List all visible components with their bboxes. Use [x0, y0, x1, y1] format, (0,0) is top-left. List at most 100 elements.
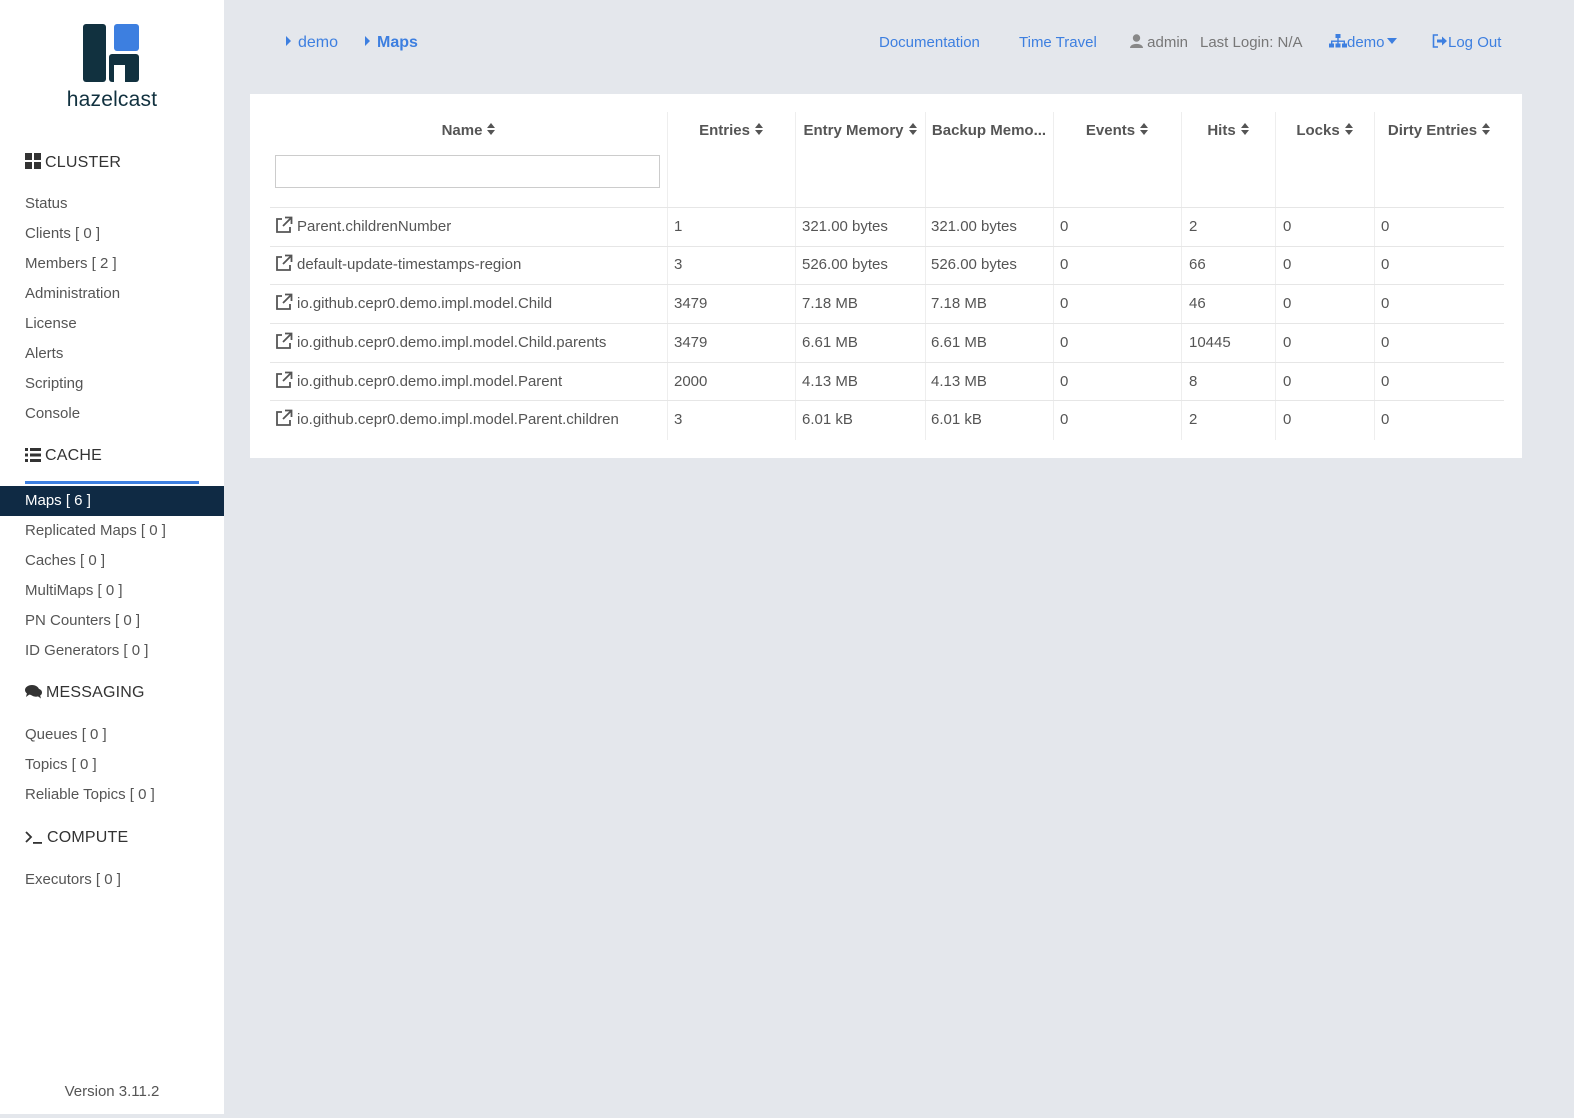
row-divider — [270, 400, 1504, 401]
cell-locks: 0 — [1283, 256, 1292, 273]
cell-entry-memory: 4.13 MB — [802, 373, 858, 390]
sort-icon — [1240, 123, 1249, 136]
cell-name[interactable]: io.github.cepr0.demo.impl.model.Child.pa… — [297, 334, 606, 351]
column-header-name[interactable]: Name — [270, 122, 667, 139]
cell-hits: 66 — [1189, 256, 1206, 273]
external-link-icon[interactable] — [275, 332, 293, 350]
sidebar-item-administration[interactable]: Administration — [25, 285, 120, 302]
row-divider — [270, 246, 1504, 247]
logout-link[interactable]: Log Out — [1432, 34, 1501, 51]
section-messaging: MESSAGING — [25, 684, 145, 702]
sidebar-item-maps-label: Maps [ 6 ] — [25, 492, 91, 509]
sidebar-item-id-generators[interactable]: ID Generators [ 0 ] — [25, 642, 148, 659]
section-messaging-title: MESSAGING — [46, 684, 145, 701]
sidebar-item-queues[interactable]: Queues [ 0 ] — [25, 726, 107, 743]
sidebar: hazelcast CLUSTER Status Clients [ 0 ] M… — [0, 0, 224, 1114]
row-divider — [270, 284, 1504, 285]
sidebar-item-topics[interactable]: Topics [ 0 ] — [25, 756, 97, 773]
sidebar-item-multimaps[interactable]: MultiMaps [ 0 ] — [25, 582, 123, 599]
cell-dirty-entries: 0 — [1381, 373, 1390, 390]
section-cache-underline — [25, 481, 199, 484]
maps-table: Name Entries Entry Memory Backup Memo...… — [250, 94, 1522, 458]
external-link-icon[interactable] — [275, 254, 293, 272]
column-divider — [1374, 112, 1375, 440]
cell-name[interactable]: io.github.cepr0.demo.impl.model.Parent.c… — [297, 411, 619, 428]
cell-hits: 10445 — [1189, 334, 1231, 351]
user-name: admin — [1147, 34, 1189, 51]
column-header-events[interactable]: Events — [1053, 122, 1181, 139]
row-divider — [270, 207, 1504, 208]
cell-dirty-entries: 0 — [1381, 334, 1390, 351]
external-link-icon[interactable] — [275, 216, 293, 234]
cell-entries: 3479 — [674, 295, 708, 312]
sidebar-item-executors[interactable]: Executors [ 0 ] — [25, 871, 121, 888]
cell-locks: 0 — [1283, 373, 1292, 390]
cell-entries: 3 — [674, 411, 683, 428]
column-header-dirty-entries[interactable]: Dirty Entries — [1374, 122, 1504, 139]
section-compute: COMPUTE — [25, 829, 128, 847]
column-header-entries[interactable]: Entries — [667, 122, 795, 139]
sidebar-item-maps[interactable]: Maps [ 6 ] — [0, 486, 224, 516]
sidebar-item-reliable-topics[interactable]: Reliable Topics [ 0 ] — [25, 786, 155, 803]
sidebar-item-status[interactable]: Status — [25, 195, 68, 212]
caret-down-icon — [1386, 38, 1397, 44]
cell-entry-memory: 6.61 MB — [802, 334, 858, 351]
column-header-hits[interactable]: Hits — [1181, 122, 1275, 139]
column-divider — [1181, 112, 1182, 440]
column-header-locks[interactable]: Locks — [1275, 122, 1374, 139]
cluster-dropdown[interactable]: demo — [1329, 34, 1397, 51]
cell-name[interactable]: io.github.cepr0.demo.impl.model.Child — [297, 295, 552, 312]
external-link-icon[interactable] — [275, 371, 293, 389]
sidebar-item-caches[interactable]: Caches [ 0 ] — [25, 552, 105, 569]
cell-name[interactable]: default-update-timestamps-region — [297, 256, 521, 273]
cell-entry-memory: 7.18 MB — [802, 295, 858, 312]
caret-right-icon — [286, 36, 291, 46]
cell-dirty-entries: 0 — [1381, 256, 1390, 273]
terminal-icon — [25, 831, 42, 844]
sort-icon — [908, 123, 917, 136]
sidebar-item-license[interactable]: License — [25, 315, 77, 332]
sidebar-item-members[interactable]: Members [ 2 ] — [25, 255, 117, 272]
column-header-hits-label: Hits — [1207, 122, 1236, 139]
sort-icon — [1140, 123, 1149, 136]
cell-backup-memory: 321.00 bytes — [931, 218, 1017, 235]
cell-entries: 2000 — [674, 373, 708, 390]
cell-events: 0 — [1060, 411, 1069, 428]
cell-hits: 8 — [1189, 373, 1198, 390]
page-scrollbar[interactable] — [1568, 0, 1574, 1114]
external-link-icon[interactable] — [275, 293, 293, 311]
comments-icon — [25, 685, 42, 699]
sidebar-item-console[interactable]: Console — [25, 405, 80, 422]
column-divider — [667, 112, 668, 440]
time-travel-link[interactable]: Time Travel — [1019, 34, 1097, 51]
cell-entries: 3479 — [674, 334, 708, 351]
cell-events: 0 — [1060, 256, 1069, 273]
documentation-link[interactable]: Documentation — [879, 34, 980, 51]
logo[interactable]: hazelcast — [0, 22, 224, 112]
column-header-backup-memory-label: Backup Memo... — [931, 122, 1047, 139]
logo-text: hazelcast — [66, 88, 158, 111]
sidebar-item-pn-counters[interactable]: PN Counters [ 0 ] — [25, 612, 140, 629]
external-link-icon[interactable] — [275, 409, 293, 427]
breadcrumb-demo[interactable]: demo — [286, 34, 338, 52]
cell-backup-memory: 6.61 MB — [931, 334, 987, 351]
cell-name[interactable]: Parent.childrenNumber — [297, 218, 451, 235]
cell-dirty-entries: 0 — [1381, 295, 1390, 312]
column-divider — [795, 112, 796, 440]
grid-icon — [25, 153, 41, 169]
sidebar-item-alerts[interactable]: Alerts — [25, 345, 63, 362]
breadcrumb-maps[interactable]: Maps — [365, 34, 418, 52]
sidebar-item-clients[interactable]: Clients [ 0 ] — [25, 225, 100, 242]
sidebar-item-replicated-maps[interactable]: Replicated Maps [ 0 ] — [25, 522, 166, 539]
cell-entries: 1 — [674, 218, 683, 235]
column-header-entry-memory[interactable]: Entry Memory — [795, 122, 925, 139]
column-header-entry-memory-label: Entry Memory — [803, 122, 904, 139]
cell-backup-memory: 7.18 MB — [931, 295, 987, 312]
cell-name[interactable]: io.github.cepr0.demo.impl.model.Parent — [297, 373, 562, 390]
sidebar-item-scripting[interactable]: Scripting — [25, 375, 83, 392]
column-header-backup-memory[interactable]: Backup Memo... — [925, 122, 1053, 139]
name-filter-input[interactable] — [275, 155, 660, 188]
list-icon — [25, 448, 41, 462]
cell-hits: 2 — [1189, 411, 1198, 428]
cell-events: 0 — [1060, 295, 1069, 312]
